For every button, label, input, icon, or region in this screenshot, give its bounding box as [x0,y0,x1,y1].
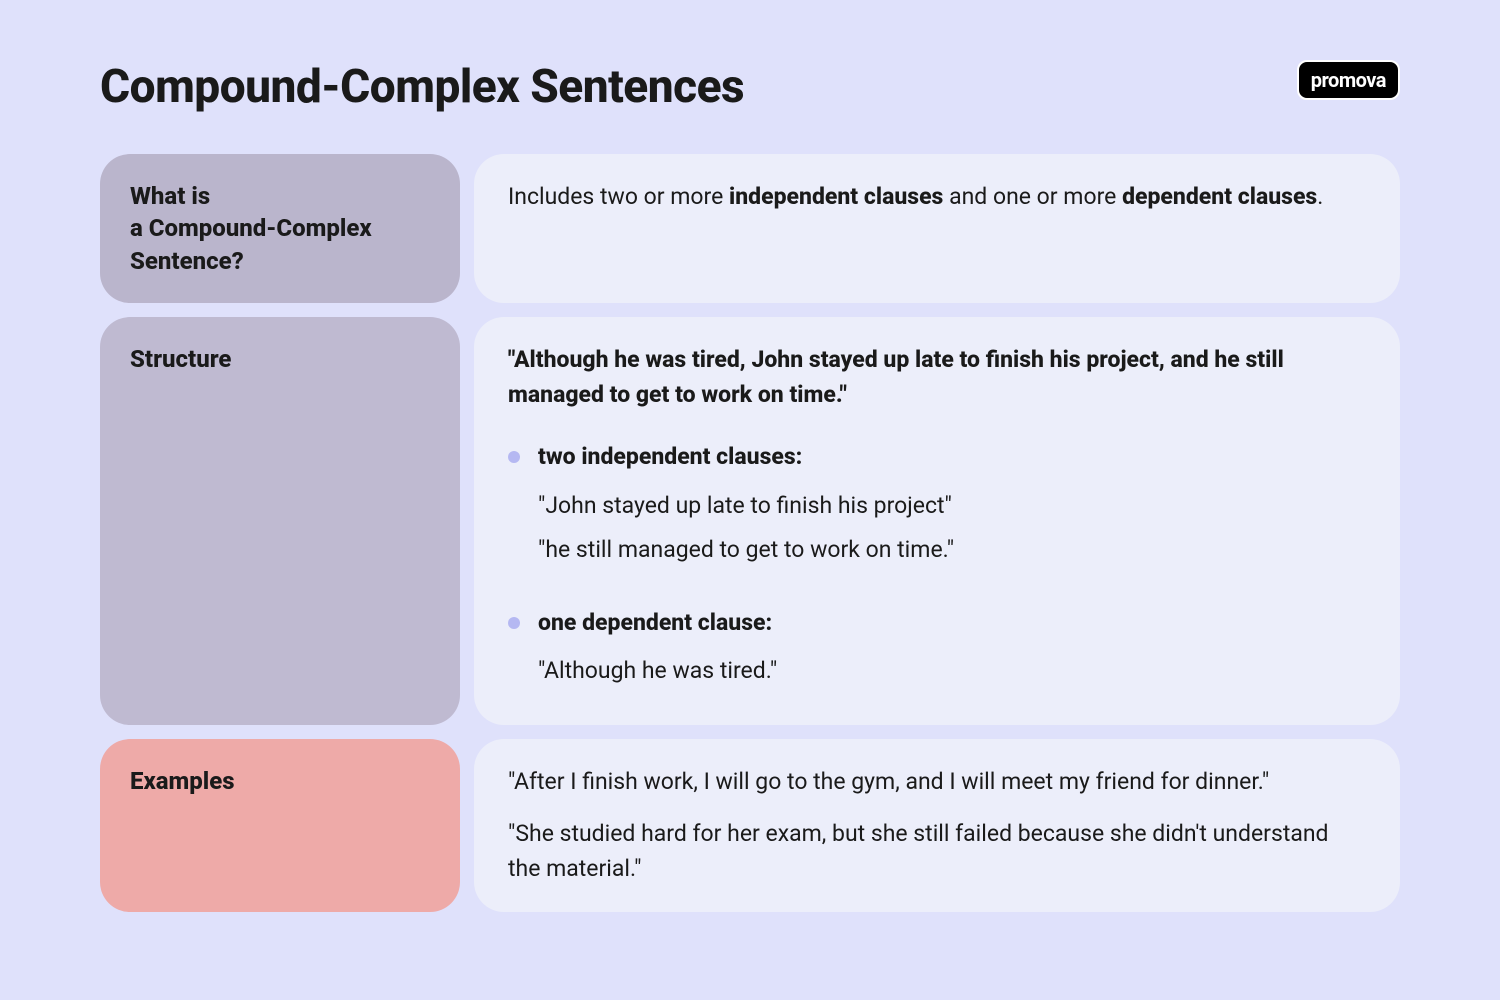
definition-row: What is a Compound-Complex Sentence? Inc… [100,154,1400,303]
structure-body-card: "Although he was tired, John stayed up l… [474,317,1400,725]
definition-pre: Includes two or more [508,183,729,210]
examples-heading-card: Examples [100,739,460,913]
page-title: Compound-Complex Sentences [100,60,744,114]
bullet-icon [508,617,520,629]
brand-logo: promova [1297,60,1400,100]
definition-bold2: dependent clauses [1122,183,1317,210]
definition-body-card: Includes two or more independent clauses… [474,154,1400,303]
structure-group1-item-0: "John stayed up late to finish his proje… [538,489,1366,524]
structure-bullet-2: one dependent clause: [508,606,1366,641]
structure-heading-card: Structure [100,317,460,725]
example-item-0: "After I finish work, I will go to the g… [508,765,1366,800]
structure-quote: "Although he was tired, John stayed up l… [508,343,1366,412]
header: Compound-Complex Sentences promova [100,60,1400,114]
definition-mid: and one or more [943,183,1122,210]
examples-body-card: "After I finish work, I will go to the g… [474,739,1400,913]
definition-heading-line2: a Compound-Complex [130,214,372,242]
structure-group2-label: one dependent clause: [538,606,772,641]
example-item-1: "She studied hard for her exam, but she … [508,817,1366,886]
definition-heading-card: What is a Compound-Complex Sentence? [100,154,460,303]
examples-heading: Examples [130,767,235,795]
structure-bullet-1: two independent clauses: [508,440,1366,475]
definition-post: . [1317,183,1323,210]
structure-group1-item-1: "he still managed to get to work on time… [538,533,1366,568]
structure-group2-item-0: "Although he was tired." [538,654,1366,689]
bullet-icon [508,451,520,463]
definition-heading-line1: What is [130,182,210,210]
structure-row: Structure "Although he was tired, John s… [100,317,1400,725]
structure-heading: Structure [130,345,231,373]
structure-group1-label: two independent clauses: [538,440,802,475]
definition-heading-line3: Sentence? [130,247,244,275]
definition-bold1: independent clauses [729,183,943,210]
examples-row: Examples "After I finish work, I will go… [100,739,1400,913]
